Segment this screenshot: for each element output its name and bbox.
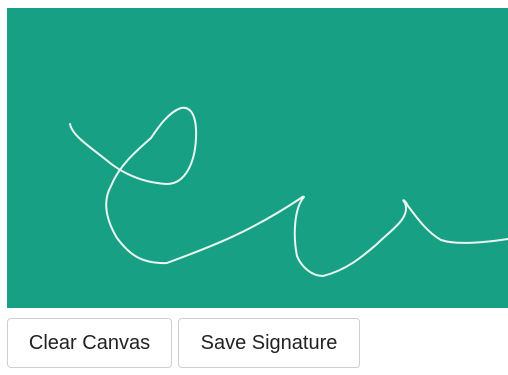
signature-canvas[interactable] bbox=[7, 8, 508, 308]
signature-actions: Clear Canvas Save Signature bbox=[7, 318, 360, 368]
signature-drawing bbox=[7, 8, 508, 308]
save-signature-button[interactable]: Save Signature bbox=[178, 318, 360, 368]
canvas-background bbox=[7, 8, 508, 308]
clear-canvas-button[interactable]: Clear Canvas bbox=[7, 318, 172, 368]
